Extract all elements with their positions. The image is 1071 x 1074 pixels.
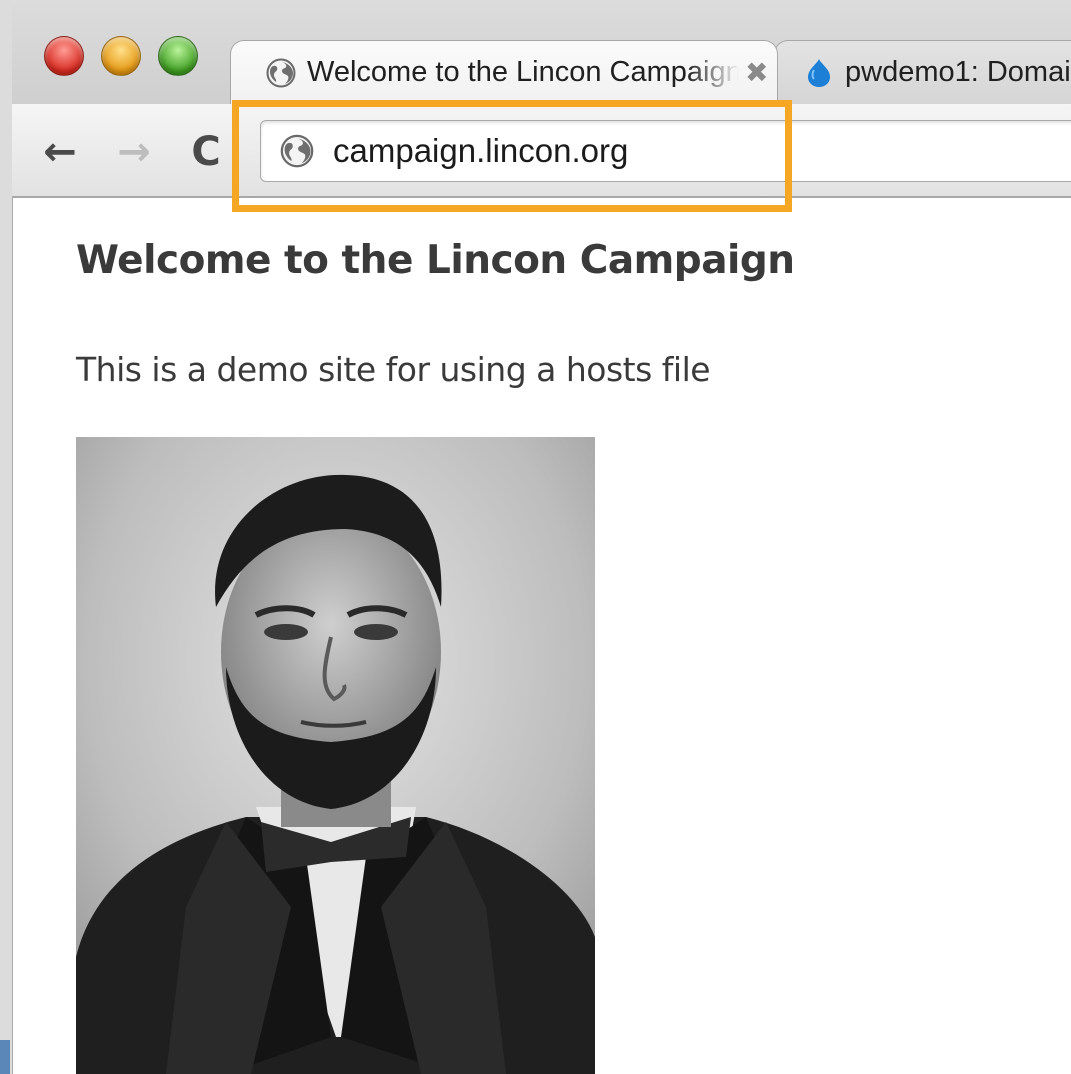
- back-button[interactable]: ←: [38, 130, 82, 174]
- drupal-drop-icon: [808, 58, 830, 87]
- minimize-window-button[interactable]: [101, 36, 141, 76]
- page-title: Welcome to the Lincon Campaign: [76, 238, 795, 283]
- page-description: This is a demo site for using a hosts fi…: [76, 350, 711, 389]
- address-url[interactable]: campaign.lincon.org: [333, 132, 628, 170]
- window-left-accent: [0, 1040, 10, 1074]
- zoom-window-button[interactable]: [158, 36, 198, 76]
- tab-strip: Welcome to the Lincon Campaign ✖ pwdemo1…: [12, 0, 1071, 104]
- forward-button[interactable]: →: [112, 130, 156, 174]
- browser-toolbar: ← → C campaign.lincon.org: [12, 104, 1071, 198]
- globe-icon: [266, 58, 296, 87]
- portrait-photo: [76, 437, 595, 1074]
- reload-button[interactable]: C: [184, 130, 228, 174]
- tab-pwdemo1[interactable]: pwdemo1: Domains: [774, 40, 1071, 104]
- globe-icon: [280, 134, 314, 168]
- address-bar[interactable]: campaign.lincon.org: [260, 120, 1071, 182]
- tab-close-icon[interactable]: ✖: [745, 56, 768, 89]
- close-window-button[interactable]: [44, 36, 84, 76]
- page-content: Welcome to the Lincon Campaign This is a…: [13, 198, 1071, 1074]
- tab-title: pwdemo1: Domains: [845, 56, 1071, 88]
- tab-welcome[interactable]: Welcome to the Lincon Campaign ✖: [230, 40, 778, 104]
- tab-title: Welcome to the Lincon Campaign: [307, 56, 739, 88]
